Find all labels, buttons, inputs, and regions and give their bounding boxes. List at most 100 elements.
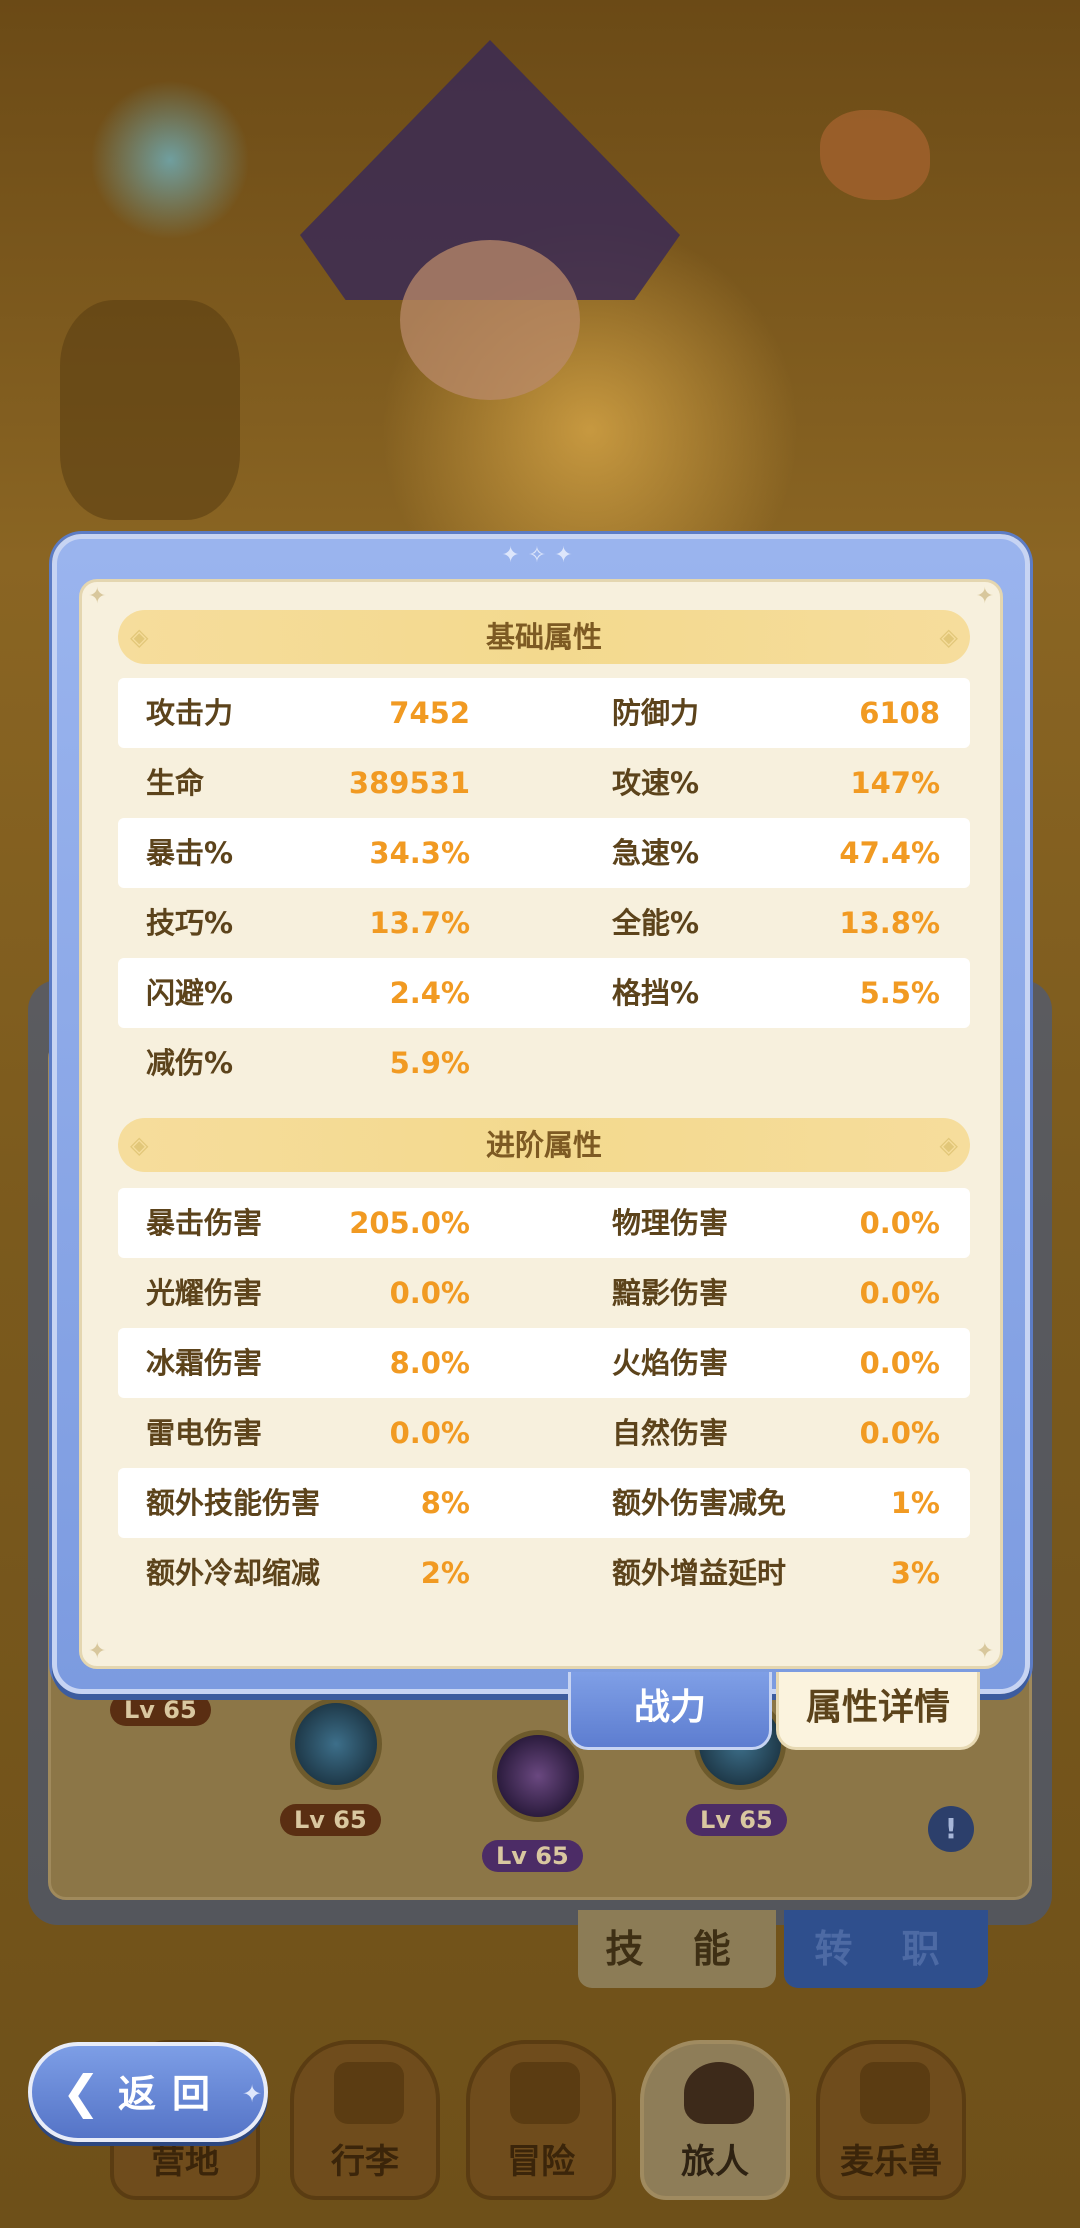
stat-label: 暴击% [146, 836, 234, 870]
stat-value: 0.0% [859, 1206, 940, 1240]
stat-value: 0.0% [859, 1276, 940, 1310]
sparkle-icon: ✦ [242, 2080, 263, 2108]
nav-label: 麦乐兽 [840, 2142, 942, 2182]
stat-value: 47.4% [839, 836, 940, 870]
corner-ornament-icon: ✦ [88, 1639, 107, 1664]
stat-label: 冰霜伤害 [146, 1346, 263, 1380]
stat-label: 减伤% [146, 1046, 234, 1080]
stat-label: 雷电伤害 [146, 1416, 263, 1450]
level-badge: Lv 65 [482, 1840, 583, 1872]
level-badge: Lv 65 [686, 1804, 787, 1836]
stat-label: 攻速% [612, 766, 700, 800]
stat-row: 额外技能伤害 8% 额外伤害减免 1% [118, 1468, 970, 1538]
stat-label: 暴击伤害 [146, 1206, 263, 1240]
stat-label: 额外冷却缩减 [146, 1556, 321, 1590]
stat-value: 13.8% [839, 906, 940, 940]
stat-value: 0.0% [389, 1276, 470, 1310]
diamond-icon: ◈ [939, 1131, 958, 1159]
stat-label: 攻击力 [146, 696, 234, 730]
ornament-icon: ✦✧✦ [501, 543, 581, 568]
stat-label: 黯影伤害 [612, 1276, 729, 1310]
stat-value: 0.0% [859, 1416, 940, 1450]
level-badge: Lv 65 [280, 1804, 381, 1836]
stat-label: 防御力 [612, 696, 700, 730]
section-header-basic: ◈ 基础属性 ◈ [118, 610, 970, 664]
stat-value: 6108 [859, 696, 940, 730]
stat-value: 389531 [348, 766, 470, 800]
stat-value: 147% [850, 766, 940, 800]
attribute-panel: ✦ ✦ ✦ ✦ ◈ 基础属性 ◈ 攻击力 7452 防御力 6108 生命 38… [79, 579, 1003, 1669]
tab-job-change[interactable]: 转 职 [784, 1910, 988, 1988]
lamp-glow [90, 80, 250, 240]
stat-row: 生命 389531 攻速% 147% [118, 748, 970, 818]
stat-label: 额外技能伤害 [146, 1486, 321, 1520]
stat-label: 闪避% [146, 976, 234, 1010]
stat-row: 光耀伤害 0.0% 黯影伤害 0.0% [118, 1258, 970, 1328]
stat-value: 2.4% [389, 976, 470, 1010]
nav-label: 旅人 [681, 2142, 749, 2182]
stat-label: 额外伤害减免 [612, 1486, 787, 1520]
stat-value: 7452 [389, 696, 470, 730]
diamond-icon: ◈ [130, 623, 149, 651]
stat-value: 3% [890, 1556, 940, 1590]
back-arrow-icon: ❮ [61, 2065, 101, 2119]
nav-item-bag[interactable]: 行李 [290, 2040, 440, 2200]
rock-pillar [60, 300, 240, 520]
nav-label: 行李 [331, 2142, 399, 2182]
pet-creature [820, 110, 930, 200]
stat-row: 闪避% 2.4% 格挡% 5.5% [118, 958, 970, 1028]
back-button[interactable]: ❮ 返回 ✦ [28, 2042, 268, 2142]
character-portrait [400, 240, 580, 400]
stat-row: 雷电伤害 0.0% 自然伤害 0.0% [118, 1398, 970, 1468]
stat-value: 0.0% [389, 1416, 470, 1450]
stat-value: 205.0% [349, 1206, 470, 1240]
tab-power[interactable]: 战力 [568, 1672, 772, 1750]
skill-node[interactable] [492, 1730, 584, 1822]
corner-ornament-icon: ✦ [975, 1639, 994, 1664]
stat-value: 2% [420, 1556, 470, 1590]
stat-row: 攻击力 7452 防御力 6108 [118, 678, 970, 748]
corner-ornament-icon: ✦ [88, 584, 107, 609]
stat-row: 减伤% 5.9% [118, 1028, 970, 1098]
stat-row: 暴击伤害 205.0% 物理伤害 0.0% [118, 1188, 970, 1258]
pet-cat-icon [860, 2062, 930, 2124]
stat-label: 技巧% [146, 906, 234, 940]
stat-value: 8% [420, 1486, 470, 1520]
nav-item-pet[interactable]: 麦乐兽 [816, 2040, 966, 2200]
stat-label: 火焰伤害 [612, 1346, 729, 1380]
stat-row: 技巧% 13.7% 全能% 13.8% [118, 888, 970, 958]
nav-item-traveler[interactable]: 旅人 [640, 2040, 790, 2200]
stat-label: 额外增益延时 [612, 1556, 787, 1590]
chest-icon [334, 2062, 404, 2124]
stat-value: 8.0% [389, 1346, 470, 1380]
stat-row: 额外冷却缩减 2% 额外增益延时 3% [118, 1538, 970, 1608]
stat-label: 全能% [612, 906, 700, 940]
section-title: 进阶属性 [485, 1128, 602, 1162]
stat-label: 格挡% [612, 976, 700, 1010]
attribute-popup: ✦✧✦ ✦ ✦ ✦ ✦ ◈ 基础属性 ◈ 攻击力 7452 防御力 6108 生… [52, 534, 1030, 1694]
stat-row: 暴击% 34.3% 急速% 47.4% [118, 818, 970, 888]
stat-value: 34.3% [369, 836, 470, 870]
nav-item-adventure[interactable]: 冒险 [466, 2040, 616, 2200]
skill-node[interactable] [290, 1698, 382, 1790]
diamond-icon: ◈ [130, 1131, 149, 1159]
back-button-label: 返回 [118, 2072, 227, 2116]
tab-skill[interactable]: 技 能 [578, 1910, 776, 1988]
section-header-advanced: ◈ 进阶属性 ◈ [118, 1118, 970, 1172]
diamond-icon: ◈ [939, 623, 958, 651]
stat-label: 急速% [612, 836, 700, 870]
info-icon[interactable]: ! [928, 1806, 974, 1852]
crossed-swords-icon [510, 2062, 580, 2124]
stat-label: 物理伤害 [612, 1206, 729, 1240]
traveler-avatar-icon [684, 2062, 754, 2124]
stat-value: 1% [890, 1486, 940, 1520]
stat-label: 光耀伤害 [146, 1276, 263, 1310]
corner-ornament-icon: ✦ [975, 584, 994, 609]
section-title: 基础属性 [485, 620, 602, 654]
stat-value: 5.9% [389, 1046, 470, 1080]
nav-label: 冒险 [507, 2142, 575, 2182]
stat-label: 生命 [146, 766, 205, 800]
stat-value: 13.7% [369, 906, 470, 940]
tab-attribute-detail[interactable]: 属性详情 [776, 1672, 980, 1750]
stat-label: 自然伤害 [612, 1416, 729, 1450]
